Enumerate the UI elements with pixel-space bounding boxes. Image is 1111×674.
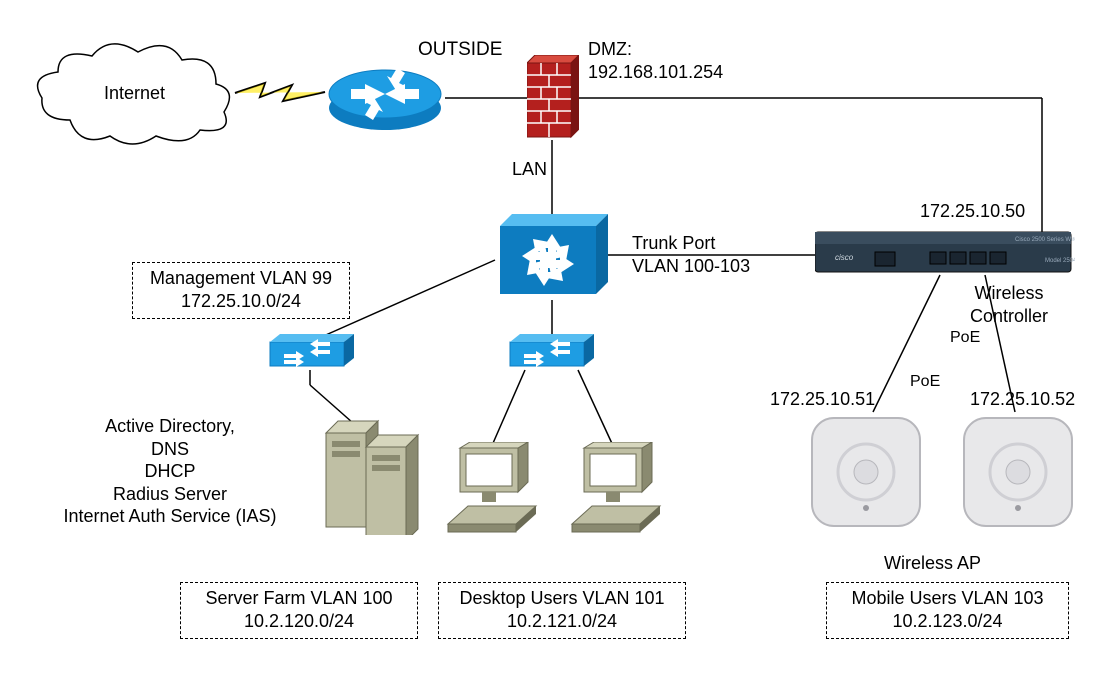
poe-label-2: PoE: [910, 372, 940, 392]
mobile-users-box: Mobile Users VLAN 103 10.2.123.0/24: [826, 582, 1069, 639]
pc-2-icon: [566, 442, 666, 538]
wlc-ip-label: 172.25.10.50: [920, 200, 1025, 223]
wireless-controller-icon: Cisco 2500 Series Wireless Controller ci…: [815, 228, 1075, 278]
svg-text:Model 2504: Model 2504: [1045, 258, 1075, 264]
access-switch-mid: [506, 332, 596, 374]
ap-1-icon: [806, 412, 926, 532]
svg-text:cisco: cisco: [835, 253, 854, 262]
access-switch-left: [266, 332, 356, 374]
pc-1-icon: [442, 442, 542, 538]
desktop-users-box: Desktop Users VLAN 101 10.2.121.0/24: [438, 582, 686, 639]
firewall-icon: [527, 55, 579, 141]
poe-label-1: PoE: [950, 328, 980, 348]
servers-icon: [318, 415, 428, 535]
svg-text:Cisco 2500 Series Wireless Con: Cisco 2500 Series Wireless Controller: [1015, 237, 1075, 243]
services-text: Active Directory, DNS DHCP Radius Server…: [35, 415, 305, 528]
server-farm-box: Server Farm VLAN 100 10.2.120.0/24: [180, 582, 418, 639]
mgmt-vlan-box: Management VLAN 99 172.25.10.0/24: [132, 262, 350, 319]
trunk-label: Trunk Port VLAN 100-103: [632, 232, 750, 277]
core-switch-icon: [492, 212, 610, 304]
ap1-ip-label: 172.25.10.51: [770, 388, 875, 411]
outside-label: OUTSIDE: [418, 38, 502, 62]
wlc-label: Wireless Controller: [970, 282, 1048, 327]
ap2-ip-label: 172.25.10.52: [970, 388, 1075, 411]
ap-2-icon: [958, 412, 1078, 532]
lan-label: LAN: [512, 158, 547, 181]
wap-label: Wireless AP: [884, 552, 981, 575]
dmz-label: DMZ: 192.168.101.254: [588, 38, 723, 83]
internet-label: Internet: [104, 82, 165, 105]
router-icon: [325, 62, 445, 134]
